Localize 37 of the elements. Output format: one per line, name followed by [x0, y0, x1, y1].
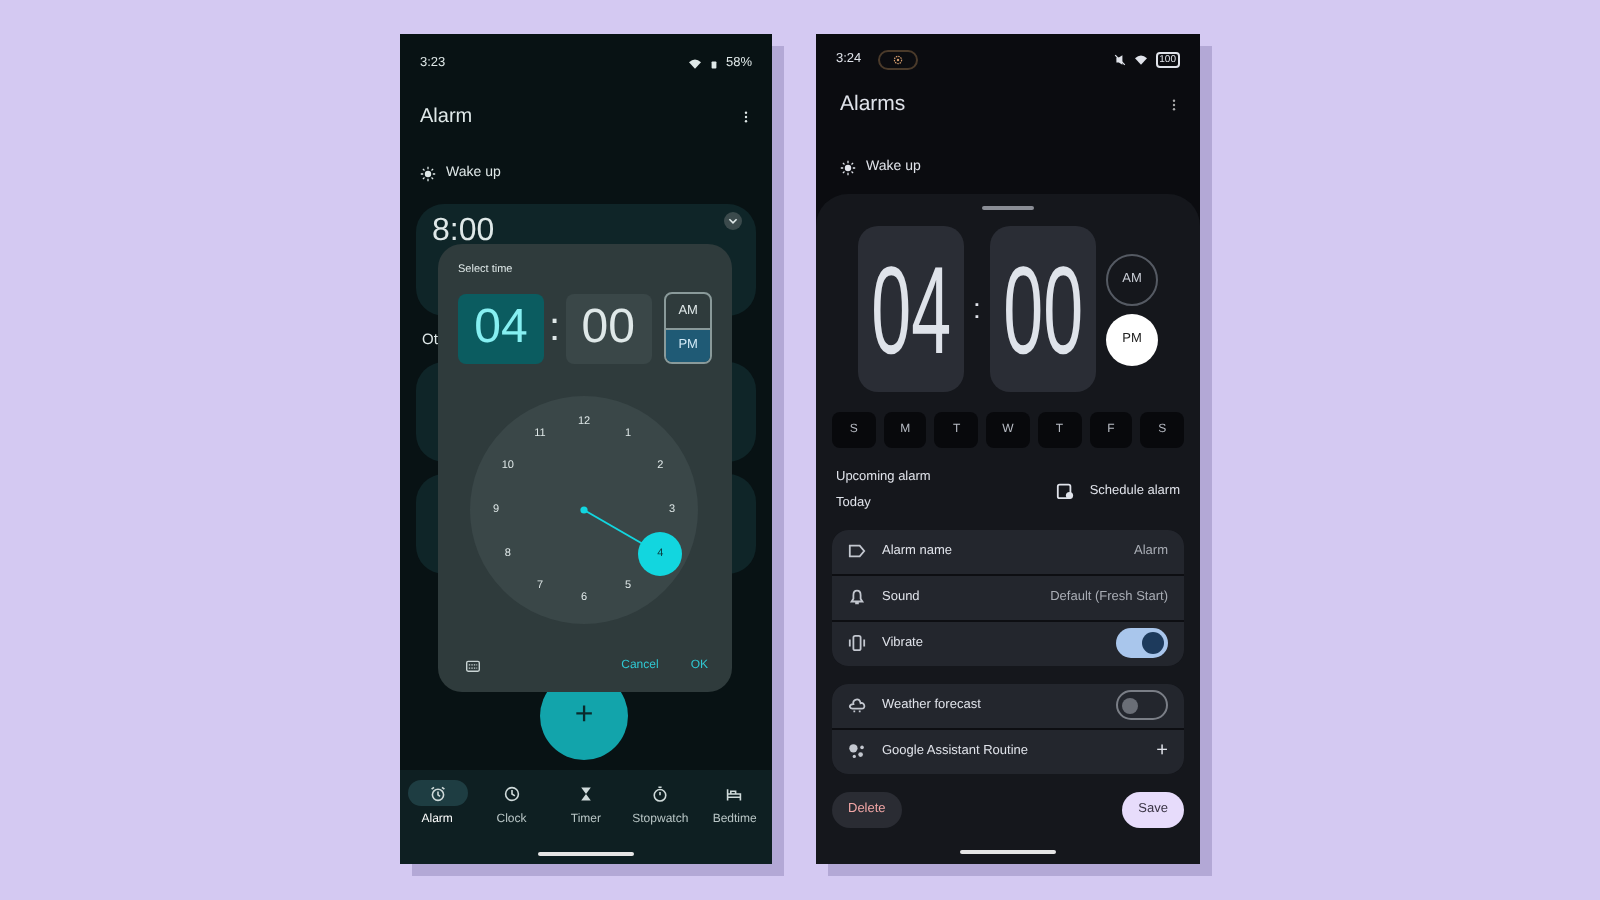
- menu-icon[interactable]: [740, 108, 752, 126]
- screen-title: Alarms: [840, 90, 906, 120]
- add-routine-button[interactable]: +: [1156, 736, 1168, 767]
- bed-icon: [726, 785, 743, 801]
- toggle-switch[interactable]: [1116, 628, 1168, 659]
- hour-field[interactable]: 04: [858, 226, 964, 393]
- minute-field[interactable]: 00: [565, 293, 652, 364]
- keyboard-icon[interactable]: [464, 660, 482, 674]
- bell-icon: [848, 588, 866, 607]
- assistant-icon: [848, 742, 866, 761]
- minute-digits: 00: [1003, 247, 1083, 372]
- drag-handle[interactable]: [982, 206, 1034, 211]
- alarm-time: 8:00: [432, 215, 495, 247]
- muted-icon: [1113, 54, 1126, 66]
- stopwatch-icon: [652, 785, 669, 801]
- minute-field[interactable]: 00: [990, 226, 1096, 393]
- sun-icon: [420, 166, 436, 183]
- hour-digits: 04: [871, 247, 951, 372]
- time-separator: :: [547, 304, 563, 355]
- calendar-icon: [1055, 482, 1074, 500]
- toggle-switch[interactable]: [1116, 690, 1168, 721]
- alarm-clock-icon: [429, 785, 446, 801]
- hour-field[interactable]: 04: [458, 293, 544, 364]
- battery-icon: [709, 57, 718, 71]
- cloud-icon: [848, 696, 866, 715]
- clock-icon: [503, 785, 520, 801]
- gear-icon: [891, 54, 904, 66]
- tag-icon: [848, 542, 866, 561]
- screen-title: Alarm: [420, 104, 473, 132]
- sun-icon: [840, 160, 856, 176]
- wifi-icon: [1133, 54, 1148, 66]
- chevron-icon: [724, 211, 742, 229]
- menu-icon[interactable]: [1168, 96, 1180, 115]
- wifi-icon: [687, 58, 702, 70]
- hourglass-icon: [577, 785, 594, 801]
- vibrate-icon: [848, 634, 866, 653]
- time-separator: :: [971, 290, 983, 329]
